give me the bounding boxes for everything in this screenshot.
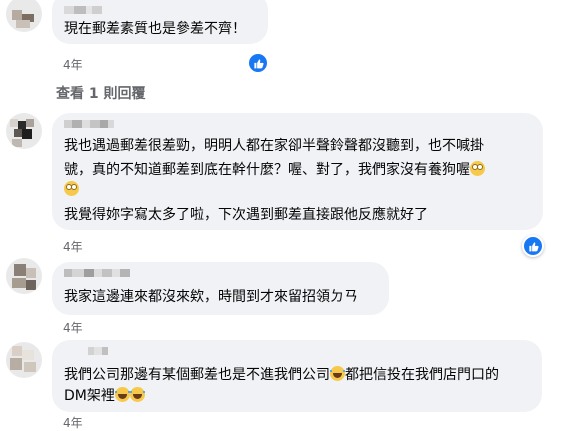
- avatar[interactable]: [6, 0, 42, 32]
- like-reaction-icon[interactable]: [522, 235, 544, 257]
- author-name[interactable]: [64, 6, 102, 14]
- comment-text: 我也遇過郵差很差勁，明明人都在家卻半聲鈴聲都沒聽到，也不喊掛: [64, 138, 484, 154]
- comment-text: 我家這邊連來都沒來欸，時間到才來留招領ㄉㄢ: [64, 289, 358, 305]
- laughing-emoji-icon: [114, 387, 130, 402]
- comment-timestamp[interactable]: 4年: [63, 319, 83, 336]
- comment-text: [64, 181, 79, 200]
- comment-timestamp[interactable]: 4年: [63, 414, 83, 431]
- comment-text: 現在郵差素質也是參差不齊！: [64, 21, 246, 37]
- comment-bubble: 我家這邊連來都沒來欸，時間到才來留招領ㄉㄢ: [52, 262, 389, 315]
- rolling-eyes-emoji-icon: [470, 161, 485, 176]
- comment-text: 號，真的不知道郵差到底在幹什麼？喔、對了，我們家沒有養狗喔: [64, 161, 485, 180]
- avatar[interactable]: [6, 258, 42, 294]
- comment-timestamp[interactable]: 4年: [63, 238, 83, 255]
- comment-bubble: 我也遇過郵差很差勁，明明人都在家卻半聲鈴聲都沒聽到，也不喊掛 號，真的不知道郵差…: [52, 113, 543, 230]
- comment-text: DM架裡: [64, 387, 145, 406]
- avatar[interactable]: [6, 113, 42, 149]
- laughing-emoji-icon: [129, 387, 145, 402]
- like-reaction-icon[interactable]: [249, 54, 267, 72]
- rolling-eyes-emoji-icon: [64, 181, 79, 196]
- comment-bubble: 現在郵差素質也是參差不齊！: [52, 0, 268, 44]
- view-replies-link[interactable]: 查看 1 則回覆: [56, 83, 146, 103]
- reply-text: 我覺得妳字寫太多了啦，下次遇到郵差直接跟他反應就好了: [64, 207, 428, 223]
- avatar[interactable]: [6, 342, 42, 378]
- comment-text: 我們公司那邊有某個郵差也是不進我們公司 都把信投在我們店門口的: [64, 366, 499, 383]
- author-name[interactable]: [64, 120, 114, 128]
- author-name[interactable]: [64, 269, 130, 277]
- laughing-emoji-icon: [330, 366, 345, 381]
- author-name[interactable]: [88, 347, 108, 355]
- comment-bubble: 我們公司那邊有某個郵差也是不進我們公司 都把信投在我們店門口的 DM架裡: [52, 340, 542, 412]
- comment-timestamp[interactable]: 4年: [63, 56, 83, 73]
